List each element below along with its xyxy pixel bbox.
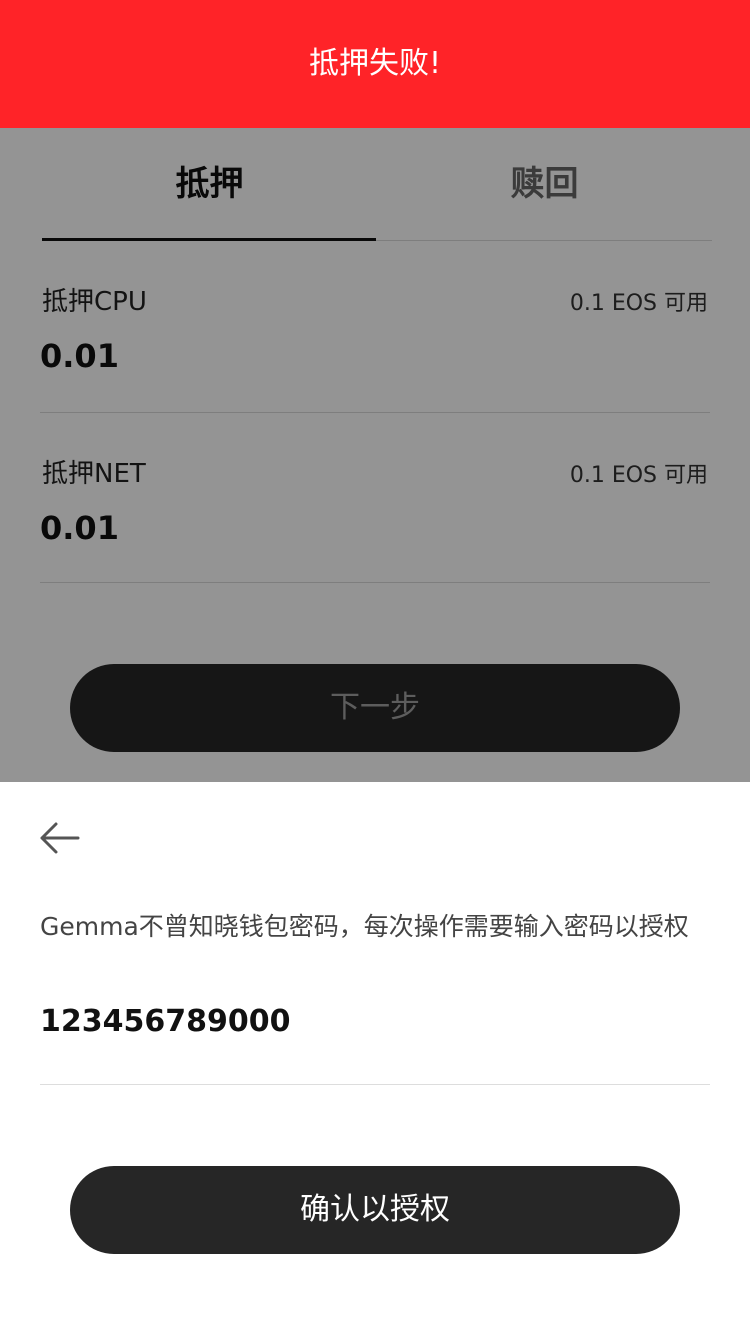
stake-net-available: 0.1 EOS 可用	[569, 463, 708, 488]
next-step-button[interactable]: 下一步	[70, 664, 680, 752]
tab-bar: 抵押 赎回	[42, 128, 712, 241]
password-sheet: Gemma不曾知晓钱包密码，每次操作需要输入密码以授权 确认以授权	[0, 782, 750, 1334]
stake-net-field: 抵押NET 0.1 EOS 可用	[40, 413, 710, 583]
stake-net-input[interactable]	[40, 509, 540, 547]
back-button[interactable]	[36, 816, 84, 860]
stake-cpu-input[interactable]	[40, 337, 540, 375]
stake-net-label: 抵押NET	[42, 459, 146, 489]
tab-stake[interactable]: 抵押	[42, 128, 377, 240]
tab-redeem[interactable]: 赎回	[377, 128, 712, 240]
confirm-authorize-button[interactable]: 确认以授权	[70, 1166, 680, 1254]
password-input[interactable]	[40, 1004, 710, 1039]
stake-cpu-label: 抵押CPU	[42, 287, 147, 317]
password-tip-text: Gemma不曾知晓钱包密码，每次操作需要输入密码以授权	[40, 912, 689, 941]
error-toast: 抵押失败!	[0, 0, 750, 128]
arrow-left-icon	[40, 822, 80, 854]
stake-cpu-field: 抵押CPU 0.1 EOS 可用	[40, 241, 710, 413]
password-divider	[40, 1084, 710, 1085]
stake-cpu-available: 0.1 EOS 可用	[569, 291, 708, 316]
